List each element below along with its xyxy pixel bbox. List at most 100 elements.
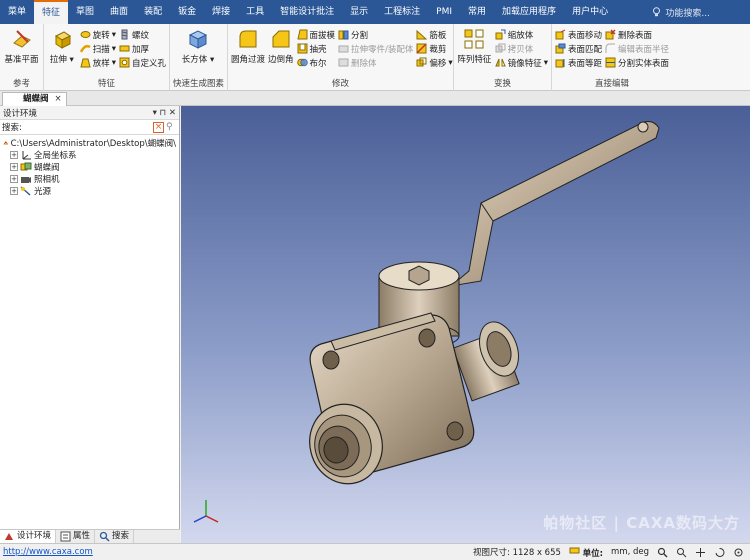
tree-item-global-coords[interactable]: + 全局坐标系 xyxy=(3,149,176,161)
menu-tab-display[interactable]: 显示 xyxy=(342,0,376,24)
close-tab-icon[interactable]: × xyxy=(55,93,62,106)
menu-item-menu[interactable]: 菜单 xyxy=(0,0,34,24)
ribbon-group-quick-primitives: 长方体 ▾ 快速生成图素 xyxy=(170,24,228,91)
face-match-label: 表面匹配 xyxy=(568,44,603,55)
rib-label: 筋板 xyxy=(429,30,447,41)
zoom-icon[interactable] xyxy=(657,547,668,558)
menu-tab-load-apps[interactable]: 加载应用程序 xyxy=(494,0,564,24)
scale-body-button[interactable]: 缩放体 xyxy=(495,28,548,41)
units-value[interactable]: mm, deg xyxy=(611,547,649,557)
function-search[interactable]: 功能搜索... xyxy=(652,6,750,19)
clear-search-icon[interactable]: × xyxy=(153,121,164,133)
website-link[interactable]: http://www.caxa.com xyxy=(0,547,93,557)
menu-tab-weld[interactable]: 焊接 xyxy=(204,0,238,24)
expand-icon[interactable]: + xyxy=(10,163,18,171)
view-settings-icon[interactable] xyxy=(733,547,744,558)
loft-button[interactable]: 放样 ▾ xyxy=(80,56,116,69)
zoom-window-icon[interactable] xyxy=(676,547,687,558)
panel-search[interactable]: 搜索: × ⚲ xyxy=(0,120,179,135)
cutout-button[interactable]: 裁剪 xyxy=(416,42,452,55)
document-tab[interactable]: 蝴蝶阀 × xyxy=(2,92,67,106)
delete-body-button[interactable]: 删除体 xyxy=(338,56,413,69)
split-button[interactable]: 分割 xyxy=(338,28,413,41)
tree-item-label: 照相机 xyxy=(34,175,60,185)
tab-design-environment[interactable]: 设计环境 xyxy=(0,530,57,543)
valve-model[interactable] xyxy=(181,106,750,543)
tree-item-camera[interactable]: + 照相机 xyxy=(3,173,176,185)
menu-tab-engineering-annotation[interactable]: 工程标注 xyxy=(376,0,428,24)
draft-icon xyxy=(296,29,308,40)
thread-label: 螺纹 xyxy=(131,30,149,41)
thread-button[interactable]: 螺纹 xyxy=(119,28,166,41)
edit-face-radius-button[interactable]: 编辑表面半径 xyxy=(605,42,669,55)
expand-icon[interactable]: + xyxy=(10,151,18,159)
pull-part-label: 拉伸零件/装配体 xyxy=(351,44,414,55)
split-solid-face-button[interactable]: 分割实体表面 xyxy=(605,56,669,69)
sweep-label: 扫描 xyxy=(92,44,110,55)
offset-button[interactable]: 偏移 ▾ xyxy=(416,56,453,69)
rib-button[interactable]: 筋板 xyxy=(416,28,452,41)
draft-button[interactable]: 面拔模 xyxy=(296,28,335,41)
copy-body-button[interactable]: 拷贝体 xyxy=(495,42,548,55)
status-right: 视图尺寸: 1128 x 655 单位: mm, deg xyxy=(473,545,750,559)
custom-hole-button[interactable]: 自定义孔 xyxy=(119,56,166,69)
menu-tab-sketch[interactable]: 草图 xyxy=(68,0,102,24)
menu-tab-user-center[interactable]: 用户中心 xyxy=(564,0,616,24)
ribbon-group-modify: 圆角过渡 边倒角 面拔模 抽壳 布尔 分割 拉伸零件/装配体 删除体 筋板 裁剪… xyxy=(228,24,454,91)
delete-face-button[interactable]: 删除表面 xyxy=(605,28,669,41)
tab-search[interactable]: 搜索 xyxy=(95,530,135,543)
tree-root[interactable]: C:\Users\Administrator\Desktop\蝴蝶阀\ xyxy=(3,137,176,149)
menu-tab-surface[interactable]: 曲面 xyxy=(102,0,136,24)
menu-tab-common[interactable]: 常用 xyxy=(460,0,494,24)
edit-face-radius-label: 编辑表面半径 xyxy=(618,44,670,55)
menu-tab-tools[interactable]: 工具 xyxy=(238,0,272,24)
expand-icon[interactable]: + xyxy=(10,175,18,183)
boolean-label: 布尔 xyxy=(309,58,327,69)
mirror-feature-button[interactable]: 镜像特征 ▾ xyxy=(494,56,548,69)
rotate-view-icon[interactable] xyxy=(714,547,725,558)
panel-tabs: 设计环境 属性 搜索 xyxy=(0,529,180,543)
face-match-button[interactable]: 表面匹配 xyxy=(555,42,602,55)
face-match-icon xyxy=(555,43,566,54)
properties-icon xyxy=(60,531,71,542)
design-file-icon xyxy=(3,141,9,145)
sweep-button[interactable]: 扫描 ▾ xyxy=(79,42,116,55)
datum-plane-icon xyxy=(12,30,31,48)
face-equal-button[interactable]: 表面等距 xyxy=(555,56,602,69)
panel-controls[interactable]: ▾ ⊓ ✕ xyxy=(153,108,176,118)
split-icon xyxy=(338,30,349,40)
menu-tab-assembly[interactable]: 装配 xyxy=(136,0,170,24)
boolean-button[interactable]: 布尔 xyxy=(296,56,336,69)
menu-tab-feature[interactable]: 特征 xyxy=(34,0,69,24)
light-source-icon xyxy=(20,186,31,196)
3d-viewport[interactable]: 帕物社区 | CAXA数码大方 xyxy=(181,106,750,543)
units-icon xyxy=(569,547,580,554)
function-search-placeholder: 功能搜索... xyxy=(665,8,710,19)
document-tab-label: 蝴蝶阀 xyxy=(23,94,49,104)
thicken-label: 加厚 xyxy=(131,44,149,55)
scale-body-label: 缩放体 xyxy=(507,30,534,41)
loft-label: 放样 xyxy=(92,58,110,69)
array-icon xyxy=(464,29,484,49)
menu-tab-sheetmetal[interactable]: 钣金 xyxy=(170,0,204,24)
menu-tab-pmi[interactable]: PMI xyxy=(428,0,460,24)
pan-icon[interactable] xyxy=(695,547,706,558)
pull-part-button[interactable]: 拉伸零件/装配体 xyxy=(338,42,413,55)
tab-properties[interactable]: 属性 xyxy=(56,530,96,543)
status-bar: http://www.caxa.com 视图尺寸: 1128 x 655 单位:… xyxy=(0,543,750,560)
ribbon-group-direct-edit: 表面移动 表面匹配 表面等距 删除表面 编辑表面半径 分割实体表面 直接编辑 xyxy=(552,24,672,91)
revolve-button[interactable]: 旋转 ▾ xyxy=(80,28,116,41)
face-move-button[interactable]: 表面移动 xyxy=(555,28,602,41)
thicken-button[interactable]: 加厚 xyxy=(119,42,166,55)
chamfer-icon xyxy=(272,30,290,48)
valve-handle[interactable] xyxy=(449,121,660,287)
split-solid-face-label: 分割实体表面 xyxy=(618,58,670,69)
menu-tab-smart-annotation[interactable]: 智能设计批注 xyxy=(272,0,342,24)
shell-button[interactable]: 抽壳 xyxy=(297,42,336,55)
tree-item-butterfly-valve[interactable]: + 蝴蝶阀 xyxy=(3,161,176,173)
tree-item-light[interactable]: + 光源 xyxy=(3,185,176,197)
revolve-icon xyxy=(80,31,91,38)
face-move-icon xyxy=(555,29,566,40)
filter-icon[interactable]: ⚲ xyxy=(166,122,177,133)
expand-icon[interactable]: + xyxy=(10,187,18,195)
